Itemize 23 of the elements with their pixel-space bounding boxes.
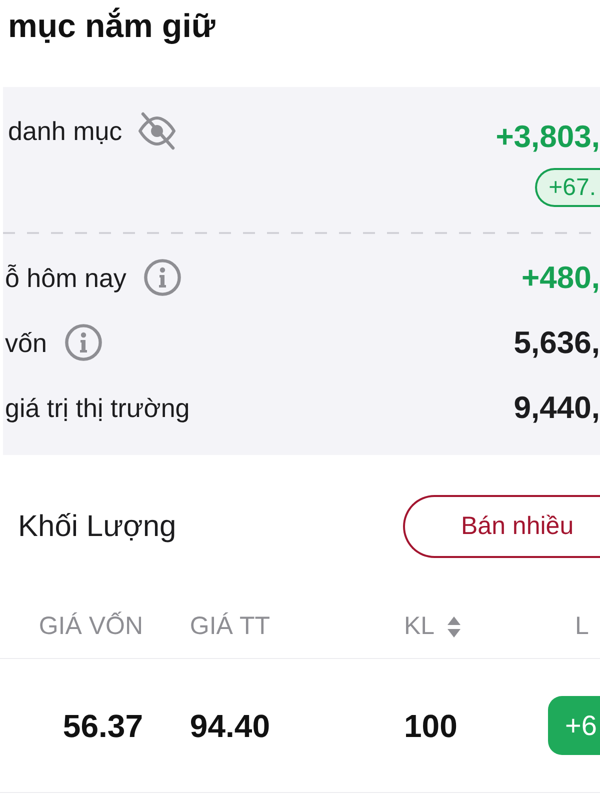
sell-multiple-button[interactable]: Bán nhiều — [403, 495, 600, 558]
column-header: GIÁ VỐN — [38, 612, 143, 640]
sort-label[interactable]: Khối Lượng — [18, 504, 176, 549]
info-icon[interactable] — [64, 324, 102, 361]
stat-value: 9,440, — [514, 388, 600, 426]
sort-icon[interactable] — [446, 616, 461, 638]
stat-value: +480, — [522, 258, 600, 296]
column-header: GIÁ TT — [190, 612, 270, 640]
profit-percent-pill: +67. — [534, 168, 600, 207]
stat-label: ỗ hôm nay — [5, 262, 126, 294]
page-title: mục nắm giữ — [7, 6, 216, 46]
profit-badge: +6 — [548, 696, 600, 755]
info-icon[interactable] — [144, 259, 182, 296]
portfolio-label: danh mục — [8, 115, 122, 148]
stat-label: vốn — [5, 326, 47, 360]
table-cell: 94.40 — [190, 708, 270, 744]
stat-value: 5,636, — [514, 324, 600, 362]
eye-slash-icon[interactable] — [137, 111, 178, 151]
column-header: L — [575, 612, 589, 640]
table-cell: 100 — [404, 708, 458, 744]
table-cell: 56.37 — [62, 708, 143, 744]
stat-label: giá trị thị trường — [5, 392, 190, 424]
portfolio-profit-value: +3,803, — [496, 118, 600, 156]
